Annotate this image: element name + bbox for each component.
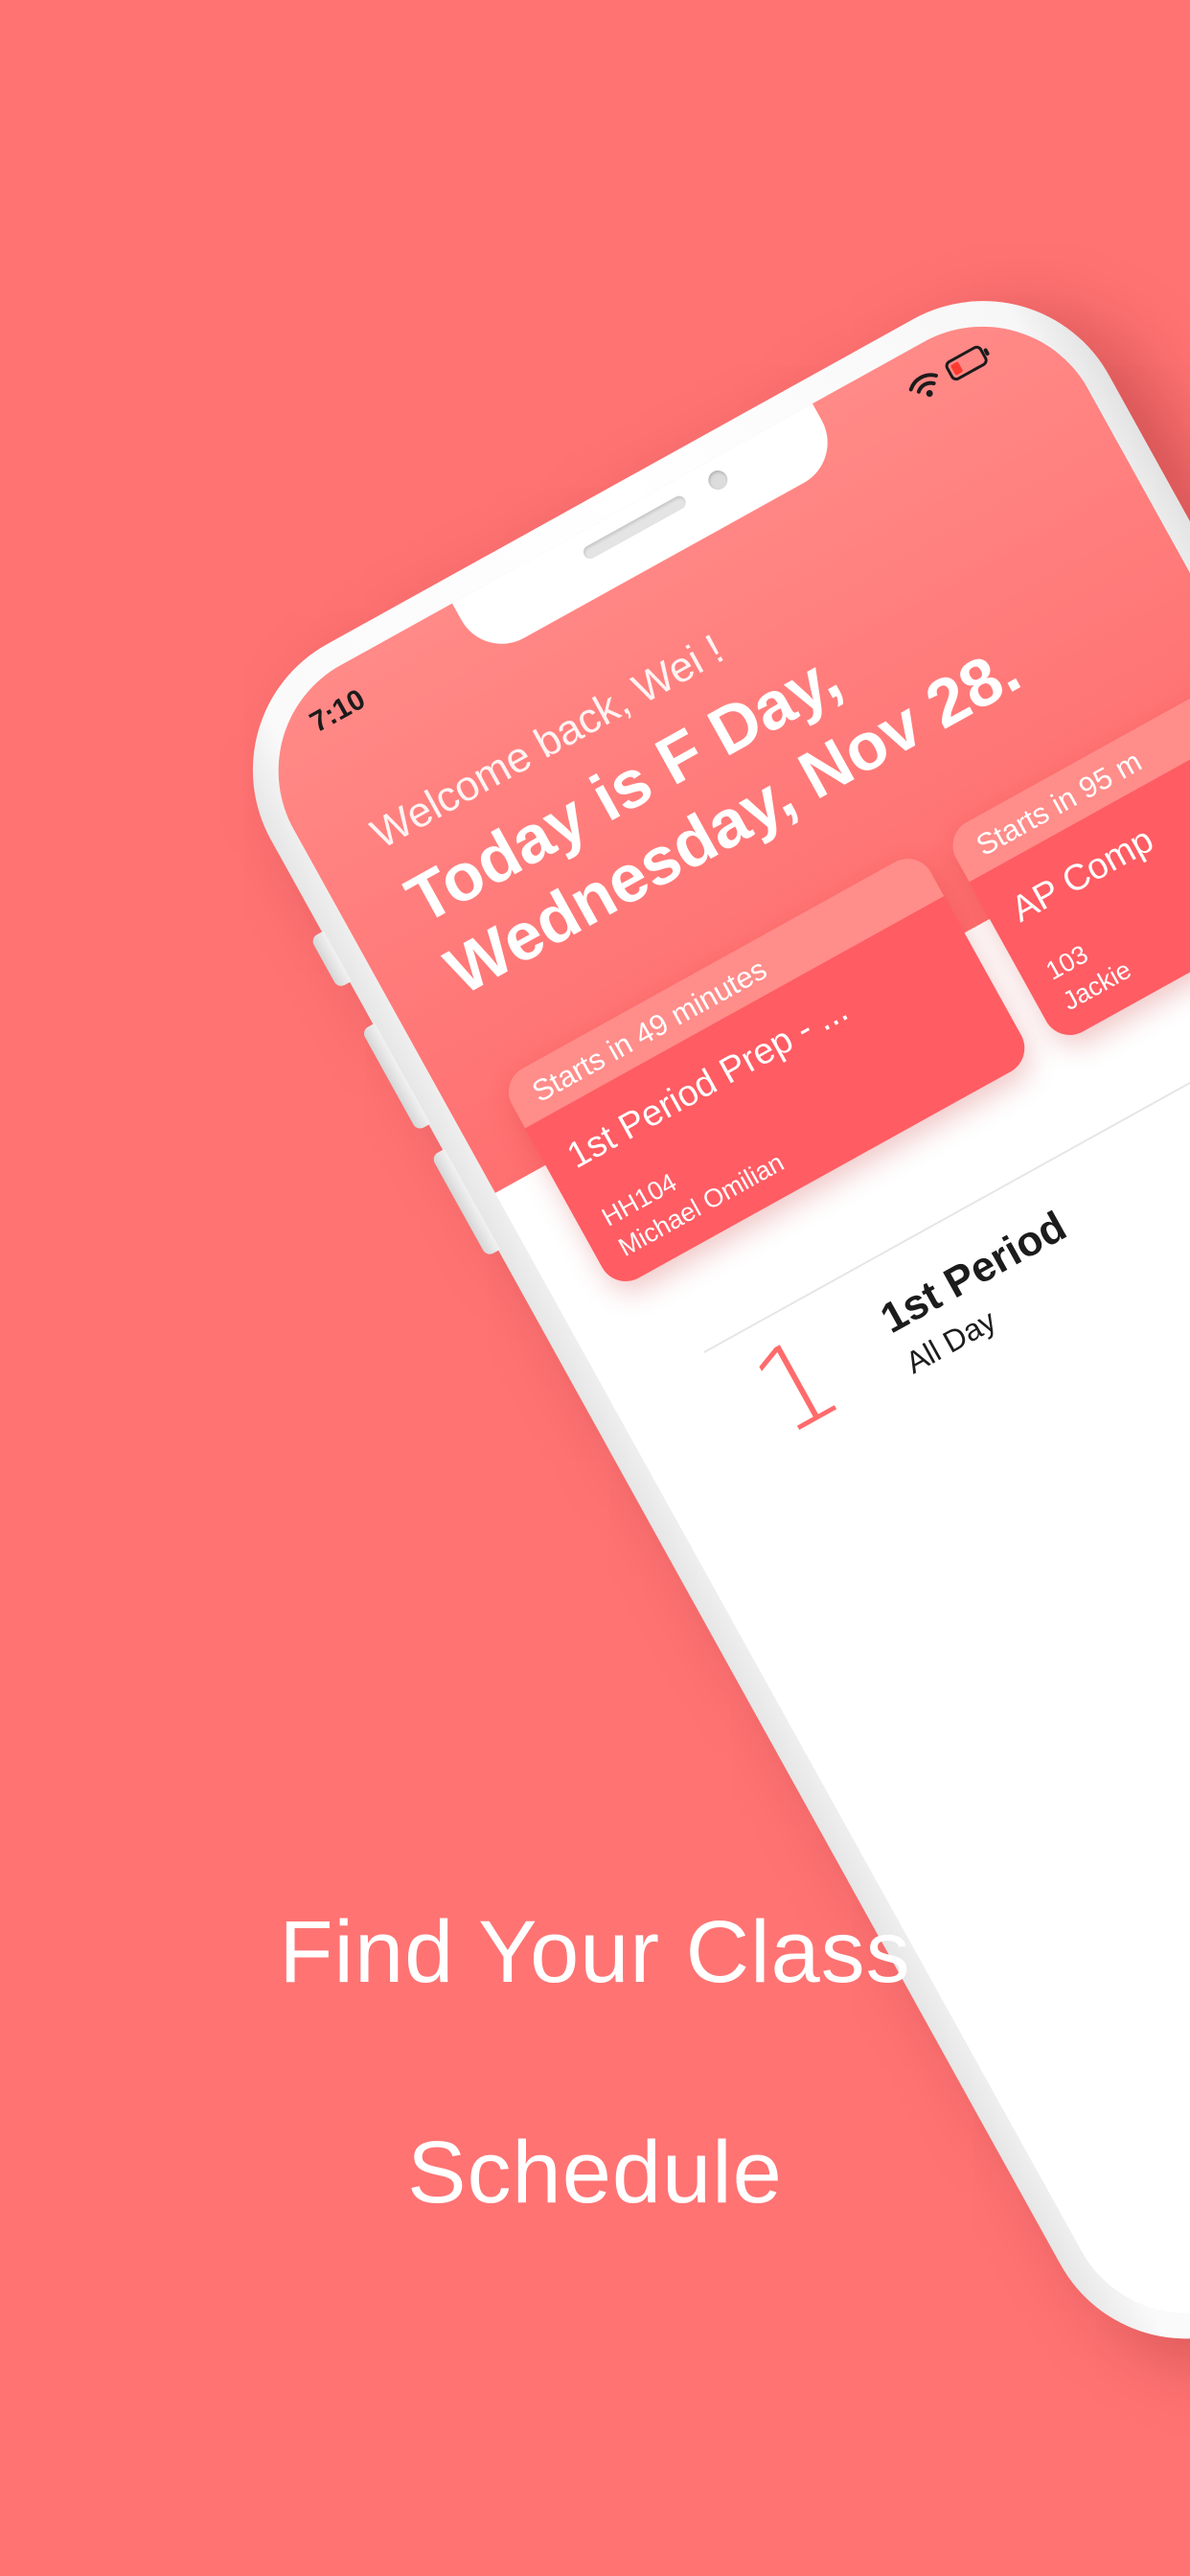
phone-screen: 7:10 Welcome back, Wei ! Today is F Day,… — [235, 283, 1190, 2357]
front-camera — [704, 467, 731, 494]
period-number: 1 — [733, 1310, 862, 1463]
app-store-screenshot: 7:10 Welcome back, Wei ! Today is F Day,… — [0, 0, 1190, 2576]
mute-switch — [309, 931, 352, 989]
caption-line-1: Find Your Class — [279, 1903, 911, 2001]
phone-mockup: 7:10 Welcome back, Wei ! Today is F Day,… — [201, 249, 1190, 2391]
speaker — [581, 494, 689, 562]
caption-line-2: Schedule — [407, 2124, 783, 2221]
